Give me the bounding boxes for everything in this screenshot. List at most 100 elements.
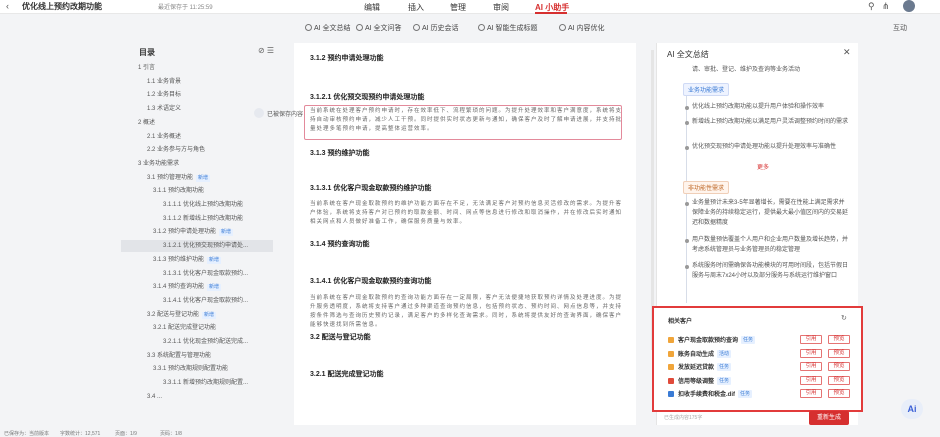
chevron-left-icon[interactable]: ‹ — [6, 1, 9, 11]
document-page[interactable]: 3.1.2 预约申请处理功能 3.1.2.1 优化预交现预约申请处理功能 当前系… — [294, 43, 636, 425]
ai-intro-line: 请、审批、登记、维护及查询等业务活动 — [692, 67, 801, 73]
toc-item-label: 2 概述 — [138, 119, 156, 126]
ai-disclaimer: 已生成内容175字 — [664, 415, 703, 421]
ai-point: 新增线上预约改期功能以满足用户灵活调整预约时间的需求 — [692, 119, 849, 125]
comment-marker[interactable]: 已被保存内容 — [254, 108, 303, 118]
related-row[interactable]: 客户现金取款预约查询 任务 引用 预览 — [668, 335, 858, 345]
toc-item-badge: 新增 — [202, 311, 217, 319]
toc-item[interactable]: 3.3.1 预约改期规则配置功能 — [121, 363, 228, 375]
toc-item[interactable]: 3.1.4 预约查询功能 新增 — [121, 281, 222, 293]
more-link[interactable]: 更多 — [757, 162, 769, 171]
saved-status: 最近保存于 11:25:59 — [158, 5, 213, 11]
item-icon — [668, 337, 674, 343]
toc-item[interactable]: 3.1.1.2 新增线上预约改期功能 — [121, 213, 243, 225]
preview-button[interactable]: 预览 — [828, 389, 850, 398]
menu-manage[interactable]: 管理 — [450, 2, 466, 13]
item-icon — [668, 364, 674, 370]
toc-item[interactable]: 3.1.1 预约改期功能 — [121, 185, 204, 197]
cite-button[interactable]: 引用 — [800, 362, 822, 371]
heading-3-1-2-1: 3.1.2.1 优化预交现预约申请处理功能 — [310, 94, 425, 101]
search-icon[interactable]: ⚲ — [868, 1, 875, 12]
preview-button[interactable]: 预览 — [828, 348, 850, 358]
toc-item-label: 3.1.1.2 新增线上预约改期功能 — [163, 215, 244, 222]
related-row[interactable]: 账务自动生成 活动 引用 预览 — [668, 348, 858, 359]
status-item: 页码：1/8 — [160, 431, 182, 437]
cite-button[interactable]: 引用 — [800, 348, 822, 358]
tool-generate-title-label: AI 智能生成标题 — [487, 25, 538, 32]
toc-item[interactable]: 3 业务功能需求 — [121, 158, 179, 170]
table-of-contents: 目录 ⊘ ☰ 1 引言 1.1 业务背景 1.2 业务目标 1.3 术语定义 2 概述 2… — [121, 43, 281, 437]
toc-settings-icon[interactable]: ⊘ ☰ — [258, 46, 274, 55]
tool-generate-title[interactable]: AI 智能生成标题 — [478, 23, 538, 33]
interaction-button[interactable]: 互动 — [893, 23, 907, 33]
toc-item[interactable]: 3.1.2.1 优化预交现预约申请处... — [121, 240, 273, 253]
toc-item[interactable]: 1 引言 — [121, 62, 155, 74]
preview-button[interactable]: 预览 — [828, 362, 850, 371]
menu-review[interactable]: 审阅 — [493, 2, 509, 13]
menu-edit[interactable]: 编辑 — [364, 2, 380, 13]
cite-button[interactable]: 引用 — [800, 389, 822, 398]
related-row[interactable]: 信用等级调整 任务 引用 预览 — [668, 375, 858, 386]
tool-history[interactable]: AI 历史会话 — [413, 23, 459, 33]
toc-item[interactable]: 3.3.1.1 新增预约改期规则配置... — [121, 377, 248, 389]
preview-button[interactable]: 预览 — [828, 335, 850, 344]
toc-item[interactable]: 3.1.1.1 优化线上预约改期功能 — [121, 199, 243, 211]
tag-functional-requirements: 业务功能需求 — [683, 83, 730, 96]
document-title[interactable]: 优化线上预约改期功能 — [22, 1, 102, 12]
close-icon[interactable]: ✕ — [843, 47, 851, 58]
related-name-text: 信用等级调整 — [678, 378, 715, 385]
paragraph-3-1-2-1[interactable]: 当前系统在处理客户预约申请时，存在效率低下、流程繁琐的问题。为提升处理效率和客户… — [310, 107, 626, 134]
toc-item[interactable]: 3.1.3 预约维护功能 新增 — [121, 254, 222, 266]
ai-point: 优化预交现预约申请处理功能以提升处理效率与准确性 — [692, 144, 837, 150]
related-name-text: 扣收手续费和税金.dif — [678, 392, 735, 398]
toc-item-label: 3.1.3 预约维护功能 — [153, 256, 205, 263]
toc-item[interactable]: 3.2 配送与登记功能 新增 — [121, 309, 217, 321]
ai-point: 系统服务时间需确保各功能模块的可用时间段，包括节假日服务与周末7x24小时以及部… — [692, 263, 849, 279]
ai-assistant-fab[interactable]: Ai — [901, 399, 923, 419]
toc-item[interactable]: 3.4 ... — [121, 391, 162, 403]
toc-item[interactable]: 3.1.2 预约申请处理功能 新增 — [121, 226, 234, 238]
toc-item[interactable]: 1.2 业务目标 — [121, 89, 181, 101]
toc-item[interactable]: 3.2.1.1 优化现金预约配送完成... — [121, 336, 248, 348]
toc-item[interactable]: 3.1.3.1 优化客户现金取款预约... — [121, 268, 248, 280]
refresh-icon[interactable]: ↻ — [841, 314, 847, 322]
bullet-dot — [685, 202, 689, 206]
toc-item[interactable]: 1.1 业务背景 — [121, 76, 181, 88]
tool-full-qa[interactable]: AI 全文问答 — [356, 23, 402, 33]
toc-item[interactable]: 3.1 预约管理功能 新增 — [121, 172, 211, 184]
tool-content-optimize[interactable]: AI 内容优化 — [559, 23, 605, 33]
toc-item[interactable]: 3.1.4.1 优化客户现金取款预约... — [121, 295, 248, 307]
bullet-dot — [685, 146, 689, 150]
cite-button[interactable]: 引用 — [800, 335, 822, 344]
regenerate-button[interactable]: 重新生成 — [809, 411, 849, 425]
toc-item-label: 3.2.1 配送完成登记功能 — [153, 325, 217, 332]
related-row[interactable]: 发放延迟贷款 任务 引用 预览 — [668, 362, 858, 372]
toc-item-label: 3.1.2.1 优化预交现预约申请处... — [163, 243, 249, 250]
tool-full-summary[interactable]: AI 全文总结 — [305, 23, 351, 33]
share-icon[interactable]: ⋔ — [882, 1, 890, 12]
toc-item[interactable]: 3.2.1 配送完成登记功能 — [121, 322, 216, 334]
toc-item[interactable]: 3.3 系统配置与管理功能 — [121, 350, 211, 362]
toc-item[interactable]: 2.2 业务参与方与角色 — [121, 144, 205, 156]
related-row[interactable]: 扣收手续费和税金.dif 任务 引用 预览 — [668, 389, 858, 399]
toc-item[interactable]: 2.1 业务概述 — [121, 131, 181, 143]
related-title: 相关客户 — [668, 319, 693, 325]
related-name: 账务自动生成 活动 — [678, 349, 732, 358]
toc-item-label: 3.1.4 预约查询功能 — [153, 284, 205, 291]
paragraph-3-1-3-1[interactable]: 当前系统在客户现金取款预约的维护功能方面存在不足，无法满足客户对预约信息灵活修改… — [310, 200, 626, 227]
toc-item-label: 3.1.2 预约申请处理功能 — [153, 229, 217, 236]
toc-item[interactable]: 1.3 术语定义 — [121, 103, 181, 115]
preview-button[interactable]: 预览 — [828, 375, 850, 385]
related-tag: 任务 — [738, 390, 753, 398]
scrollbar[interactable] — [651, 50, 654, 350]
avatar[interactable] — [903, 0, 915, 12]
toc-item-label: 3.3.1 预约改期规则配置功能 — [153, 366, 229, 373]
menu-insert[interactable]: 插入 — [408, 2, 424, 13]
cite-button[interactable]: 引用 — [800, 375, 822, 385]
heading-3-2-1: 3.2.1 配送完成登记功能 — [310, 371, 384, 378]
toc-item[interactable]: 2 概述 — [121, 117, 155, 129]
paragraph-3-1-4-1[interactable]: 当前系统在客户现金取款预约的查询功能方面存在一定局限，客户无法便捷地获取预约详情… — [310, 294, 626, 330]
toc-item-label: 1 引言 — [138, 65, 156, 71]
item-icon — [668, 391, 674, 397]
related-tag: 任务 — [717, 363, 732, 371]
